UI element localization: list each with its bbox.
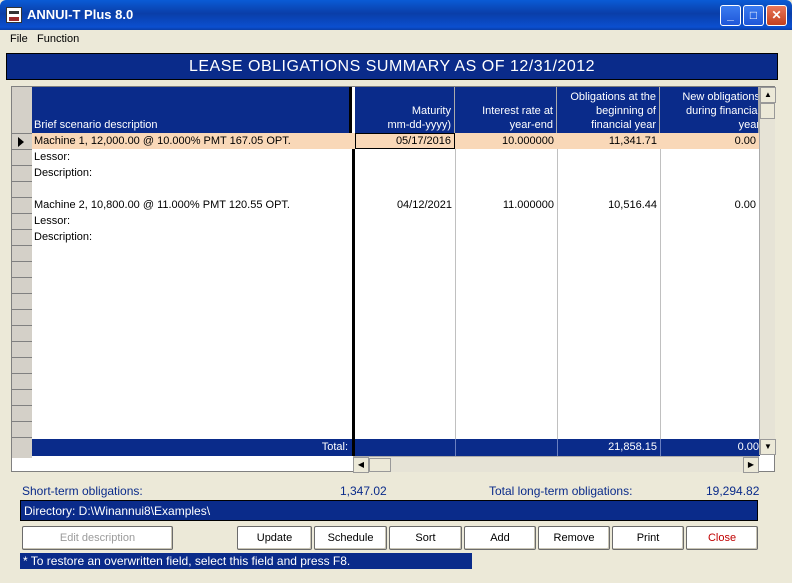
- page-title: LEASE OBLIGATIONS SUMMARY AS OF 12/31/20…: [188, 58, 596, 75]
- total-label: Total:: [321, 441, 348, 453]
- row-2-description[interactable]: Machine 2, 10,800.00 @ 11.000% PMT 120.5…: [34, 197, 352, 213]
- close-button[interactable]: Close: [686, 526, 758, 550]
- scroll-right-icon[interactable]: ▶: [743, 457, 759, 473]
- minimize-button[interactable]: _: [720, 5, 741, 26]
- remove-button[interactable]: Remove: [538, 526, 610, 550]
- row-2-lessor-label[interactable]: Lessor:: [34, 213, 352, 229]
- app-icon: [6, 7, 22, 23]
- summary-header: LEASE OBLIGATIONS SUMMARY AS OF 12/31/20…: [6, 53, 778, 80]
- row-selector-column: [12, 87, 32, 458]
- short-term-label: Short-term obligations:: [22, 484, 143, 498]
- current-row-arrow-icon: [18, 137, 24, 147]
- sort-button[interactable]: Sort: [389, 526, 462, 550]
- hint-text: * To restore an overwritten field, selec…: [23, 554, 351, 568]
- row-1-obligations-begin[interactable]: 11,341.71: [557, 133, 660, 149]
- long-term-label: Total long-term obligations:: [489, 484, 633, 498]
- row-1-new-obligations[interactable]: 0.00: [660, 133, 759, 149]
- scroll-up-icon[interactable]: ▲: [760, 87, 776, 103]
- horizontal-scrollbar[interactable]: ◀ ▶: [353, 456, 759, 473]
- frozen-column-divider: [352, 133, 355, 439]
- app-window: ANNUI-T Plus 8.0 _ □ ✕ File Function LEA…: [0, 0, 792, 583]
- vertical-scroll-thumb[interactable]: [760, 103, 775, 119]
- row-1-lessor-label[interactable]: Lessor:: [34, 149, 352, 165]
- column-header-description[interactable]: Brief scenario description: [32, 87, 352, 133]
- column-header-obligations-begin[interactable]: Obligations at the beginning of financia…: [557, 87, 660, 133]
- row-1-interest[interactable]: 10.000000: [455, 133, 557, 149]
- update-button[interactable]: Update: [237, 526, 312, 550]
- add-button[interactable]: Add: [464, 526, 536, 550]
- scroll-down-icon[interactable]: ▼: [760, 439, 776, 455]
- column-header-interest[interactable]: Interest rate at year-end: [455, 87, 557, 133]
- total-obligations-begin: 21,858.15: [608, 441, 657, 453]
- close-window-button[interactable]: ✕: [766, 5, 787, 26]
- long-term-value: 19,294.82: [706, 484, 760, 498]
- column-header-maturity[interactable]: Maturity mm-dd-yyyy): [355, 87, 455, 133]
- menu-bar: File Function: [4, 30, 788, 50]
- row-2-maturity[interactable]: 04/12/2021: [355, 197, 455, 213]
- row-1-description-label[interactable]: Description:: [34, 165, 352, 181]
- total-new-obligations: 0.00: [737, 441, 759, 453]
- edit-description-button[interactable]: Edit description: [22, 526, 173, 550]
- obligations-grid[interactable]: Brief scenario description Maturity mm-d…: [11, 86, 776, 473]
- title-bar[interactable]: ANNUI-T Plus 8.0 _ □ ✕: [0, 0, 792, 30]
- schedule-button[interactable]: Schedule: [314, 526, 387, 550]
- row-2-new-obligations[interactable]: 0.00: [660, 197, 759, 213]
- directory-path: Directory: D:\Winannui8\Examples\: [24, 504, 211, 518]
- maximize-button[interactable]: □: [743, 5, 764, 26]
- print-button[interactable]: Print: [612, 526, 684, 550]
- scroll-left-icon[interactable]: ◀: [353, 457, 369, 473]
- row-1-description[interactable]: Machine 1, 12,000.00 @ 10.000% PMT 167.0…: [34, 133, 352, 149]
- menu-file[interactable]: File: [10, 33, 28, 45]
- directory-bar: Directory: D:\Winannui8\Examples\: [20, 500, 758, 521]
- hint-bar: * To restore an overwritten field, selec…: [20, 553, 472, 569]
- menu-function[interactable]: Function: [37, 33, 79, 45]
- row-selector-current[interactable]: [12, 133, 32, 149]
- window-title: ANNUI-T Plus 8.0: [27, 7, 134, 22]
- total-row: Total: 21,858.15 0.00: [32, 439, 760, 456]
- column-header-new-obligations[interactable]: New obligations during financial year: [660, 87, 759, 133]
- row-2-interest[interactable]: 11.000000: [455, 197, 557, 213]
- row-2-obligations-begin[interactable]: 10,516.44: [557, 197, 660, 213]
- row-2-description-label[interactable]: Description:: [34, 229, 352, 245]
- short-term-value: 1,347.02: [340, 484, 387, 498]
- horizontal-scroll-thumb[interactable]: [369, 458, 391, 472]
- row-1-maturity-field[interactable]: 05/17/2016: [355, 133, 455, 149]
- vertical-scrollbar[interactable]: ▲ ▼: [759, 87, 776, 455]
